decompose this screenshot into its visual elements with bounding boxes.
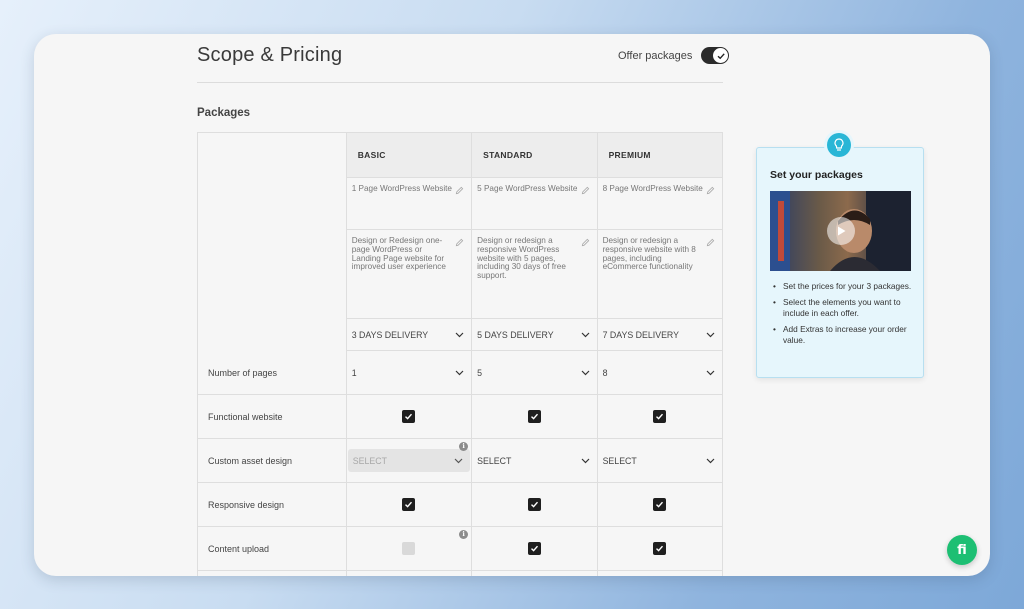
chevron-down-icon xyxy=(454,458,463,463)
functional-website-checkbox[interactable] xyxy=(402,410,416,423)
functional-website-checkbox[interactable] xyxy=(653,410,667,423)
package-title-text: 1 Page WordPress Website xyxy=(351,184,452,193)
check-icon xyxy=(656,501,664,508)
pencil-icon xyxy=(455,186,464,195)
lightbulb-icon xyxy=(827,133,851,157)
fiverr-logo-button[interactable]: fi xyxy=(947,535,977,565)
content-upload-checkbox[interactable] xyxy=(653,542,667,555)
content-upload-checkbox-disabled xyxy=(402,542,416,555)
column-header-label: STANDARD xyxy=(483,150,533,160)
header-divider xyxy=(197,82,723,83)
corner-cell xyxy=(198,133,347,178)
check-icon xyxy=(530,545,538,552)
app-window: Scope & Pricing Offer packages Packages … xyxy=(34,34,990,576)
pages-dropdown[interactable]: 8 xyxy=(597,351,723,395)
check-icon xyxy=(656,413,664,420)
delivery-value: 3 DAYS DELIVERY xyxy=(351,329,429,340)
tip-bullet: Add Extras to increase your order value. xyxy=(770,324,913,347)
pencil-icon xyxy=(455,238,464,247)
check-icon xyxy=(405,413,413,420)
custom-asset-dropdown[interactable]: SELECT xyxy=(472,439,598,483)
chevron-down-icon xyxy=(455,370,464,375)
package-description-field[interactable]: Design or redesign a responsive WordPres… xyxy=(472,230,598,319)
pencil-icon xyxy=(581,238,589,247)
pencil-icon xyxy=(581,186,589,195)
check-icon xyxy=(530,501,538,508)
pencil-icon xyxy=(706,186,715,195)
pages-dropdown[interactable]: 5 xyxy=(472,351,598,395)
package-description-field[interactable]: Design or Redesign one-page WordPress or… xyxy=(346,230,473,319)
package-title-text: 5 Page WordPress Website xyxy=(477,184,578,193)
row-label-cell: Number of pages xyxy=(198,351,347,395)
column-header-premium: PREMIUM xyxy=(597,133,723,178)
pages-value: 8 xyxy=(602,367,608,378)
row-label-content-upload: Content upload xyxy=(208,543,270,554)
row-label-functional-website: Functional website xyxy=(208,411,283,422)
chevron-down-icon xyxy=(581,458,589,463)
tip-list: Set the prices for your 3 packages. Sele… xyxy=(770,281,913,351)
chevron-down-icon xyxy=(706,458,715,463)
package-description-text: Design or redesign a responsive WordPres… xyxy=(477,236,566,281)
custom-asset-value: SELECT xyxy=(352,455,387,466)
check-icon xyxy=(656,545,664,552)
pages-value: 5 xyxy=(477,367,483,378)
delivery-dropdown[interactable]: 3 DAYS DELIVERY xyxy=(346,319,473,351)
package-description-text: Design or redesign a responsive website … xyxy=(602,236,696,272)
column-header-basic: BASIC xyxy=(346,133,473,178)
info-icon[interactable]: i xyxy=(459,530,469,539)
package-title-field[interactable]: 5 Page WordPress Website xyxy=(472,178,598,230)
offer-packages-toggle[interactable] xyxy=(701,47,730,64)
package-description-field[interactable]: Design or redesign a responsive website … xyxy=(597,230,723,319)
package-description-text: Design or Redesign one-page WordPress or… xyxy=(351,236,446,272)
column-header-label: PREMIUM xyxy=(608,150,651,160)
section-title: Packages xyxy=(197,107,251,119)
pages-value: 1 xyxy=(351,367,357,378)
responsive-design-checkbox[interactable] xyxy=(402,498,416,511)
column-header-standard: STANDARD xyxy=(472,133,598,178)
row-label-cell: Responsive design xyxy=(198,483,347,527)
custom-asset-dropdown[interactable]: SELECT xyxy=(597,439,723,483)
tip-title: Set your packages xyxy=(770,169,863,181)
row-label-cell: Content upload xyxy=(198,527,347,571)
functional-website-checkbox[interactable] xyxy=(527,410,541,423)
check-icon xyxy=(405,501,413,508)
offer-packages-label: Offer packages xyxy=(618,49,693,62)
chevron-down-icon xyxy=(581,370,589,375)
row-label-cell: Custom asset design xyxy=(198,439,347,483)
chevron-down-icon xyxy=(581,332,589,337)
delivery-dropdown[interactable]: 5 DAYS DELIVERY xyxy=(472,319,598,351)
offer-packages-control: Offer packages xyxy=(618,47,730,64)
package-title-field[interactable]: 1 Page WordPress Website xyxy=(346,178,473,230)
delivery-dropdown[interactable]: 7 DAYS DELIVERY xyxy=(597,319,723,351)
responsive-design-checkbox[interactable] xyxy=(527,498,541,511)
play-icon[interactable] xyxy=(826,217,855,245)
delivery-value: 7 DAYS DELIVERY xyxy=(602,329,679,340)
content-upload-checkbox[interactable] xyxy=(527,542,541,555)
row-label-cell: Functional website xyxy=(198,395,347,439)
chevron-down-icon xyxy=(706,332,715,337)
check-icon xyxy=(530,413,538,420)
toggle-check-icon xyxy=(713,48,729,63)
page-title: Scope & Pricing xyxy=(197,44,343,66)
chevron-down-icon xyxy=(706,370,715,375)
pages-dropdown[interactable]: 1 xyxy=(346,351,473,395)
pencil-icon xyxy=(706,238,715,247)
package-title-text: 8 Page WordPress Website xyxy=(602,184,703,193)
tip-bullet: Select the elements you want to include … xyxy=(770,297,913,320)
row-label-pages: Number of pages xyxy=(208,367,278,378)
packages-table: BASIC STANDARD PREMIUM 1 Page WordPress … xyxy=(197,132,723,576)
responsive-design-checkbox[interactable] xyxy=(653,498,667,511)
column-header-label: BASIC xyxy=(357,150,386,160)
custom-asset-value: SELECT xyxy=(602,455,637,466)
row-label-custom-asset-design: Custom asset design xyxy=(208,455,293,466)
row-label-responsive-design: Responsive design xyxy=(208,499,285,510)
custom-asset-select-disabled: SELECT xyxy=(347,449,471,472)
delivery-value: 5 DAYS DELIVERY xyxy=(477,329,554,340)
custom-asset-value: SELECT xyxy=(477,455,512,466)
tip-panel: Set your packages Set the prices for you… xyxy=(756,147,924,378)
tip-bullet: Set the prices for your 3 packages. xyxy=(770,281,913,293)
package-title-field[interactable]: 8 Page WordPress Website xyxy=(597,178,723,230)
chevron-down-icon xyxy=(455,332,464,337)
tutorial-video[interactable] xyxy=(770,191,911,271)
